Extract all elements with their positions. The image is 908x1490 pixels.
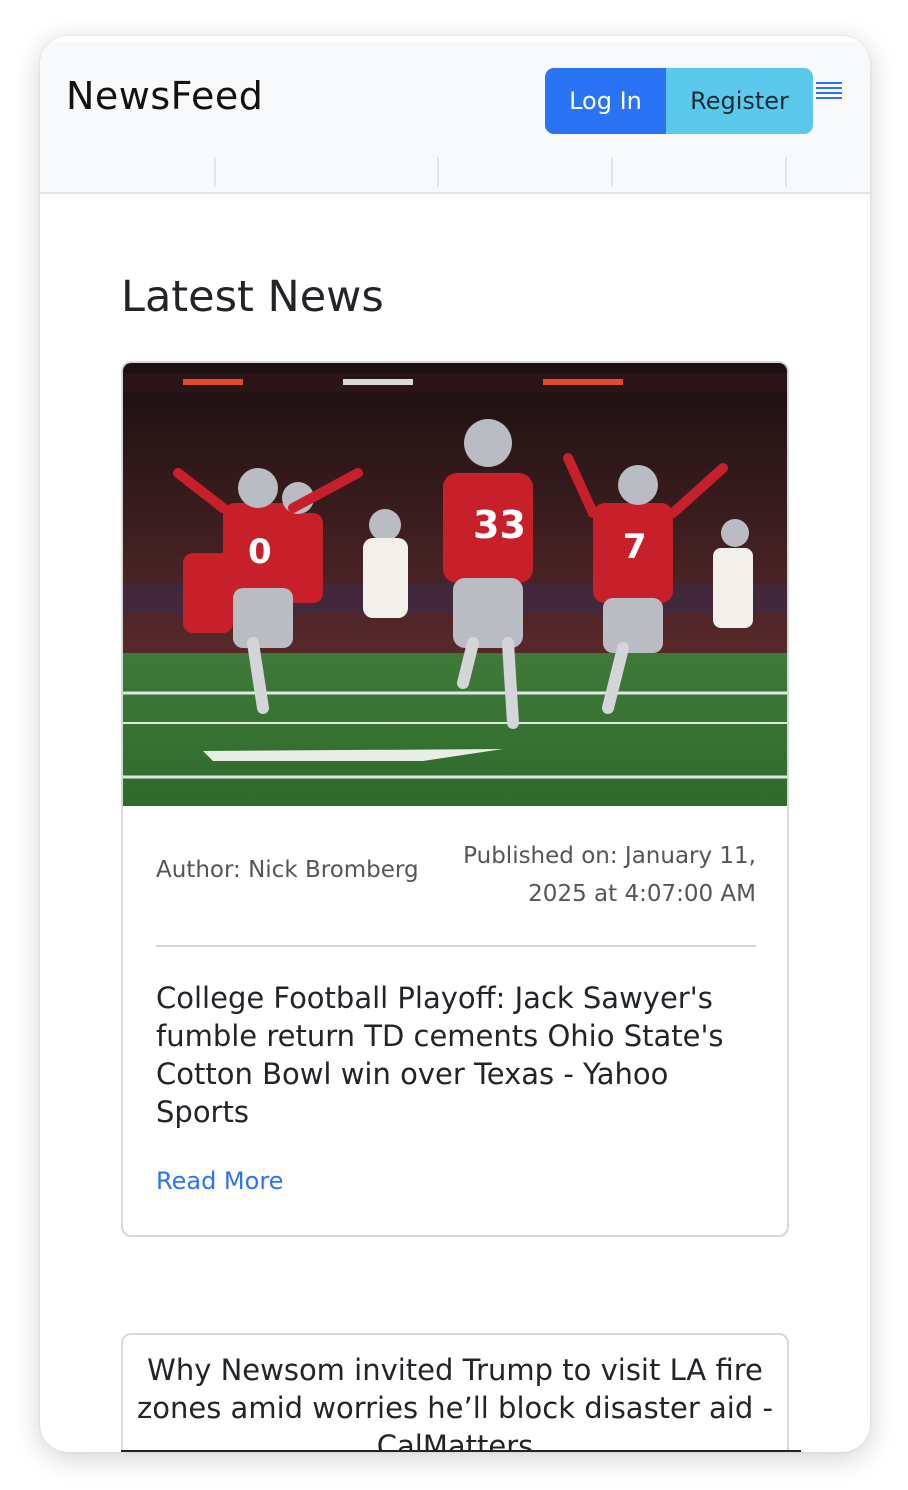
auth-button-group: Log In Register bbox=[545, 68, 813, 134]
news-card: 0 33 7 Author: Nick Bromberg Published o… bbox=[121, 361, 789, 1237]
register-button[interactable]: Register bbox=[666, 68, 813, 134]
svg-text:7: 7 bbox=[623, 527, 647, 567]
page-title: Latest News bbox=[121, 272, 384, 322]
article-title: Why Newsom invited Trump to visit LA fir… bbox=[137, 1353, 773, 1452]
brand-logo[interactable]: NewsFeed bbox=[66, 74, 263, 118]
nav-divider bbox=[437, 157, 439, 187]
svg-text:33: 33 bbox=[473, 503, 526, 547]
article-published-date: Published on: January 11, 2025 at 4:07:0… bbox=[463, 843, 756, 907]
article-title: College Football Playoff: Jack Sawyer's … bbox=[156, 981, 724, 1129]
navbar: NewsFeed Log In Register bbox=[40, 42, 870, 194]
article-author: Author: Nick Bromberg bbox=[156, 857, 419, 883]
nav-divider bbox=[611, 157, 613, 187]
bottom-edge-bar bbox=[121, 1450, 801, 1452]
nav-divider bbox=[785, 157, 787, 187]
login-button[interactable]: Log In bbox=[545, 68, 666, 134]
nav-divider bbox=[214, 157, 216, 187]
hamburger-menu-icon[interactable] bbox=[816, 82, 842, 102]
phone-frame: NewsFeed Log In Register Latest News 0 3… bbox=[40, 36, 870, 1452]
card-divider bbox=[156, 945, 756, 947]
football-celebration-photo: 0 33 7 bbox=[123, 363, 787, 806]
news-card: Why Newsom invited Trump to visit LA fir… bbox=[121, 1333, 789, 1452]
svg-text:0: 0 bbox=[248, 532, 272, 572]
read-more-link[interactable]: Read More bbox=[156, 1167, 283, 1195]
